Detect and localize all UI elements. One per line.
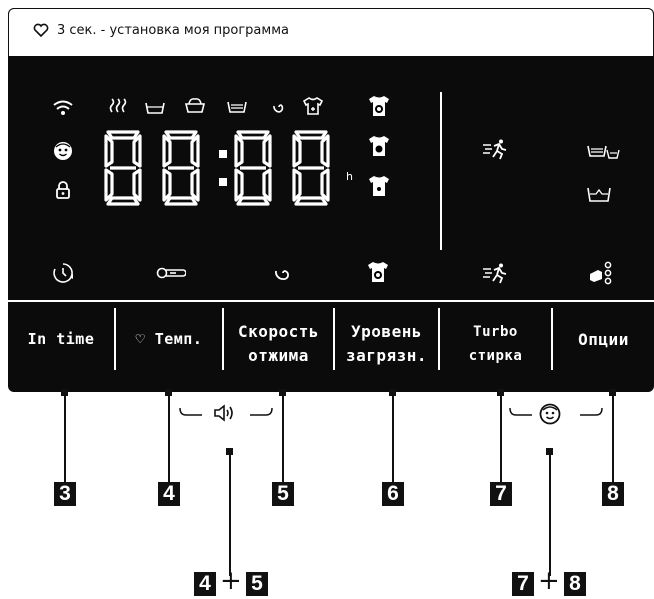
badge-6: 6 xyxy=(382,482,404,506)
lock-icon xyxy=(56,181,70,199)
badge-combo-5: 5 xyxy=(246,572,268,596)
soil-heavy-icon xyxy=(369,96,389,116)
bucket-icon xyxy=(184,98,206,113)
options-hand-icon xyxy=(590,261,612,285)
button-row-top-line xyxy=(8,300,654,302)
leader-dot xyxy=(609,389,616,396)
temperature-button[interactable]: ♡ Темп. xyxy=(116,330,222,348)
badge-3: 3 xyxy=(54,482,76,506)
heart-icon xyxy=(33,23,49,37)
turbo-runner-icon xyxy=(483,139,507,160)
leader-line-7 xyxy=(500,392,502,482)
leader-dot xyxy=(165,389,172,396)
soil-level-button[interactable]: Уровень загрязн. xyxy=(335,320,438,368)
leader-line-8 xyxy=(612,392,614,482)
display-divider xyxy=(440,92,442,250)
badge-4: 4 xyxy=(158,482,180,506)
tshirt-icon xyxy=(302,97,324,115)
in-time-button[interactable]: In time xyxy=(8,330,114,348)
leader-line-5 xyxy=(282,392,284,482)
water-level-icon xyxy=(587,187,611,202)
spin-icon xyxy=(273,104,284,113)
badge-5: 5 xyxy=(272,482,294,506)
child-lock-face-icon xyxy=(539,403,561,425)
badge-8: 8 xyxy=(602,482,624,506)
badge-combo-4: 4 xyxy=(194,572,216,596)
soil-light-icon xyxy=(369,176,389,196)
thermometer-icon xyxy=(156,267,186,279)
options-button[interactable]: Опции xyxy=(553,330,654,349)
leader-dot xyxy=(497,389,504,396)
soil-medium-icon xyxy=(369,136,389,156)
steam-icon xyxy=(109,98,127,113)
prewash-icon xyxy=(227,101,247,113)
leader-line-6 xyxy=(392,392,394,482)
info-text: 3 сек. - установка моя программа xyxy=(57,23,289,38)
badge-7: 7 xyxy=(490,482,512,506)
sound-icon xyxy=(214,404,233,422)
control-panel: 3 сек. - установка моя программа h In ti… xyxy=(8,8,654,392)
leader-line-4-5 xyxy=(229,452,231,576)
leader-line-4 xyxy=(168,392,170,482)
soil-level-icon xyxy=(368,262,388,282)
digit-display: h m xyxy=(104,130,356,208)
leader-line-7-8 xyxy=(549,452,551,576)
turbo-wash-button[interactable]: Turbo стирка xyxy=(440,320,551,368)
plus-sign: + xyxy=(538,566,560,596)
timer-icon xyxy=(53,263,73,283)
child-face-icon xyxy=(54,142,72,160)
leader-line-3 xyxy=(64,392,66,482)
leader-dot xyxy=(279,389,286,396)
badge-combo-7: 7 xyxy=(512,572,534,596)
plus-sign: + xyxy=(220,566,242,596)
unit-h: h xyxy=(346,170,353,183)
spin-speed-button[interactable]: Скорость отжима xyxy=(224,320,333,368)
spiral-icon xyxy=(275,270,289,280)
leader-dot xyxy=(389,389,396,396)
info-bar: 3 сек. - установка моя программа xyxy=(8,8,654,56)
turbo-icon xyxy=(483,263,507,284)
wifi-icon xyxy=(53,100,73,115)
tub-icon xyxy=(145,102,165,114)
unit-m: m xyxy=(346,204,356,208)
extra-rinse-icon xyxy=(587,145,620,159)
badge-combo-8: 8 xyxy=(564,572,586,596)
leader-dot xyxy=(61,389,68,396)
